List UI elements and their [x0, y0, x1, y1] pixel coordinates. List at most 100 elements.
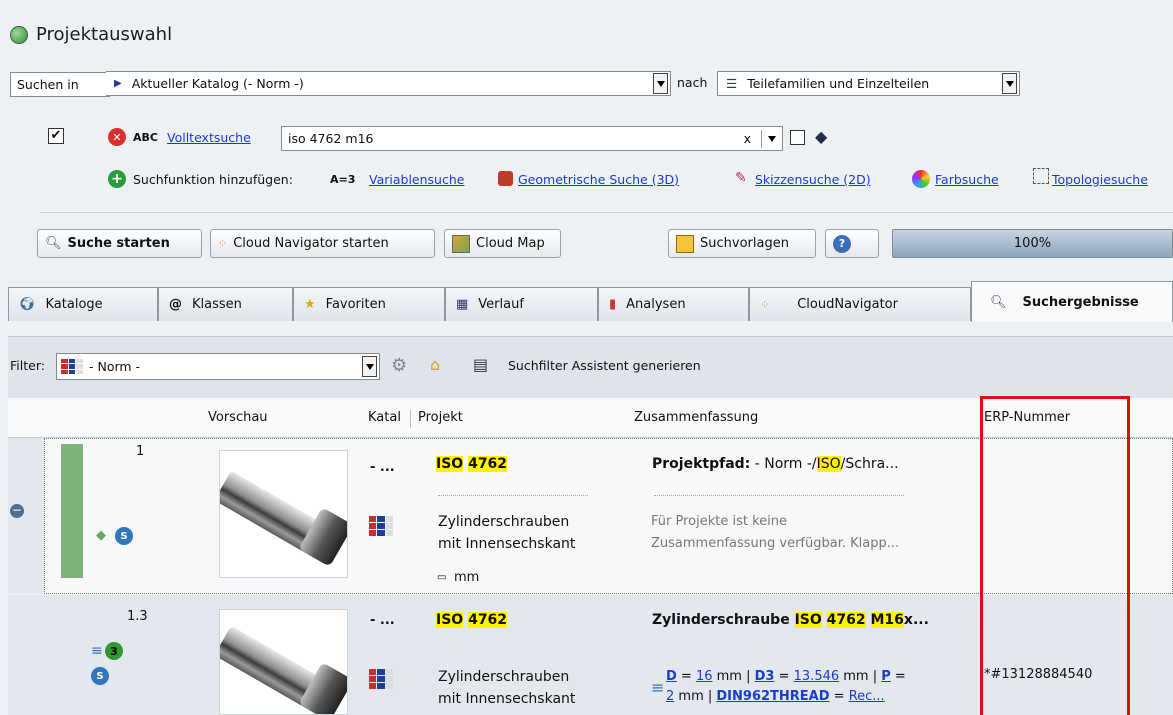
- param-thread-value[interactable]: Rec...: [849, 689, 885, 704]
- topology-search-link[interactable]: Topologiesuche: [1052, 172, 1148, 187]
- project-name[interactable]: ISO 4762: [436, 612, 508, 628]
- option-checkbox[interactable]: [790, 130, 805, 145]
- chevron-down-icon[interactable]: [768, 135, 776, 142]
- filter-select-value: - Norm -: [89, 359, 141, 374]
- tab-label: Klassen: [192, 297, 242, 312]
- summary-info-line: Zusammenfassung verfügbar. Klapp...: [651, 536, 900, 551]
- tab-catalogs[interactable]: 🌍︎ Kataloge: [8, 287, 158, 321]
- help-button[interactable]: ?: [825, 229, 879, 258]
- norm-flag-icon: [369, 669, 393, 689]
- start-search-button[interactable]: 🔍︎ Suche starten: [37, 229, 202, 258]
- summary-title: Projektpfad: - Norm -/ISO/Schra...: [652, 456, 899, 472]
- sketch-icon: ✎: [735, 170, 747, 186]
- at-icon: @: [169, 297, 182, 312]
- cloud-map-button[interactable]: Cloud Map: [444, 229, 561, 258]
- param-d3-link[interactable]: D3: [755, 669, 775, 684]
- param-sep: mm |: [712, 669, 755, 684]
- filter-label: Filter:: [10, 358, 45, 373]
- gear-icon[interactable]: ⚙: [391, 355, 407, 376]
- fulltext-search-input[interactable]: iso 4762 m16 x: [281, 126, 783, 151]
- param-d3-value[interactable]: 13.546: [794, 669, 840, 684]
- fulltext-search-link[interactable]: Volltextsuche: [167, 130, 251, 145]
- favorite-folder-icon[interactable]: ⌂: [430, 355, 440, 374]
- add-function-label: Suchfunktion hinzufügen:: [133, 172, 293, 187]
- geometric-search-link[interactable]: Geometrische Suche (3D): [518, 172, 679, 187]
- fulltext-search-value: iso 4762 m16: [288, 131, 374, 146]
- arrow-right-icon: ▶: [114, 78, 122, 89]
- erp-column-highlight: [980, 396, 1130, 715]
- tab-classes[interactable]: @ Klassen: [158, 287, 293, 321]
- filter-select[interactable]: - Norm -: [56, 353, 380, 380]
- tab-search-results[interactable]: 🔍︎ Suchergebnisse: [971, 281, 1173, 322]
- list-icon: ☰: [726, 76, 738, 91]
- progress-value: 100%: [1013, 236, 1052, 251]
- filter-bar: Filter: - Norm - ⚙ ⌂ ▤ Suchfilter Assist…: [8, 336, 1173, 398]
- variant-title-text: x...: [903, 612, 929, 628]
- param-eq: =: [829, 689, 849, 704]
- tab-analyses[interactable]: ▮ Analysen: [598, 287, 749, 321]
- color-search-link[interactable]: Farbsuche: [935, 172, 999, 187]
- project-description-line: mit Innensechskant: [438, 691, 576, 707]
- chevron-down-icon[interactable]: [362, 356, 377, 377]
- window-title-bar: Projektauswahl: [10, 24, 172, 45]
- abc-icon: ABC: [133, 131, 158, 144]
- search-type-select[interactable]: ☰ Teilefamilien und Einzelteilen: [717, 71, 1020, 96]
- fulltext-checkbox[interactable]: ✔: [48, 128, 64, 144]
- help-icon: ?: [833, 234, 851, 253]
- filter-assistant-link[interactable]: Suchfilter Assistent generieren: [508, 358, 701, 373]
- preview-image[interactable]: [219, 609, 348, 715]
- clear-icon[interactable]: x: [744, 131, 751, 146]
- chevron-down-icon[interactable]: [1002, 73, 1017, 94]
- add-icon[interactable]: +: [108, 170, 126, 188]
- row-index: 1.3: [127, 609, 148, 624]
- norm-flag-icon: [369, 516, 393, 536]
- summary-label: Projektpfad:: [652, 456, 751, 472]
- variant-parameters: D = 16 mm | D3 = 13.546 mm | P = 2 mm | …: [666, 667, 906, 707]
- param-d-value[interactable]: 16: [696, 669, 713, 684]
- book-icon: ◆: [815, 127, 828, 146]
- divider: [654, 495, 904, 496]
- tab-label: Favoriten: [325, 297, 386, 312]
- chevron-down-icon[interactable]: [653, 73, 668, 94]
- search-type-value: Teilefamilien und Einzelteilen: [747, 76, 930, 91]
- catalog-select[interactable]: ▶ Aktueller Katalog (- Norm -): [106, 71, 671, 96]
- remove-icon[interactable]: ✕: [108, 128, 126, 146]
- variant-title-highlight: 4762: [826, 612, 866, 628]
- tab-label: Analysen: [626, 297, 686, 312]
- collapse-icon[interactable]: −: [10, 504, 24, 518]
- summary-info-line: Für Projekte ist keine: [651, 514, 787, 529]
- tab-cloud-navigator[interactable]: ⁘ CloudNavigator: [749, 287, 971, 321]
- summary-text: - Norm -/: [750, 456, 817, 472]
- variant-title-highlight: M16: [870, 612, 904, 628]
- column-header-project[interactable]: Projekt: [418, 410, 463, 425]
- sketch-search-link[interactable]: Skizzensuche (2D): [755, 172, 871, 187]
- column-header-preview[interactable]: Vorschau: [208, 410, 268, 425]
- variant-title[interactable]: Zylinderschraube ISO 4762 M16x...: [652, 612, 929, 628]
- project-name[interactable]: ISO 4762: [436, 456, 508, 472]
- topology-icon: [1033, 168, 1049, 184]
- search-templates-button[interactable]: Suchvorlagen: [668, 229, 816, 258]
- catalogs-icon: 🌍︎: [19, 297, 36, 312]
- column-header-catalog[interactable]: Katal: [368, 410, 410, 425]
- tab-history[interactable]: ▦ Verlauf: [445, 287, 598, 321]
- filter-assistant-icon[interactable]: ▤: [473, 355, 488, 374]
- variants-icon: ≡: [91, 643, 103, 659]
- variable-search-link[interactable]: Variablensuche: [369, 172, 464, 187]
- part-icon: ◆: [96, 528, 106, 543]
- column-header-summary[interactable]: Zusammenfassung: [634, 410, 758, 425]
- tab-favorites[interactable]: ★ Favoriten: [293, 287, 445, 321]
- preview-image[interactable]: [219, 450, 348, 578]
- param-p-link[interactable]: P: [881, 669, 891, 684]
- catalog-value: - ...: [370, 613, 395, 628]
- variable-icon: A=3: [330, 173, 356, 186]
- summary-highlight: ISO: [816, 456, 841, 472]
- cloud-navigator-button[interactable]: ⁘ Cloud Navigator starten: [210, 229, 435, 258]
- variant-title-text: Zylinderschraube: [652, 612, 795, 628]
- project-description-line: mit Innensechskant: [438, 536, 576, 552]
- param-eq: =: [890, 669, 906, 684]
- tab-bar: 🌍︎ Kataloge @ Klassen ★ Favoriten ▦ Verl…: [8, 281, 1173, 322]
- param-thread-link[interactable]: DIN962THREAD: [716, 689, 829, 704]
- standard-icon: S: [91, 667, 109, 685]
- param-d-link[interactable]: D: [666, 669, 677, 684]
- start-search-label: Suche starten: [67, 236, 170, 251]
